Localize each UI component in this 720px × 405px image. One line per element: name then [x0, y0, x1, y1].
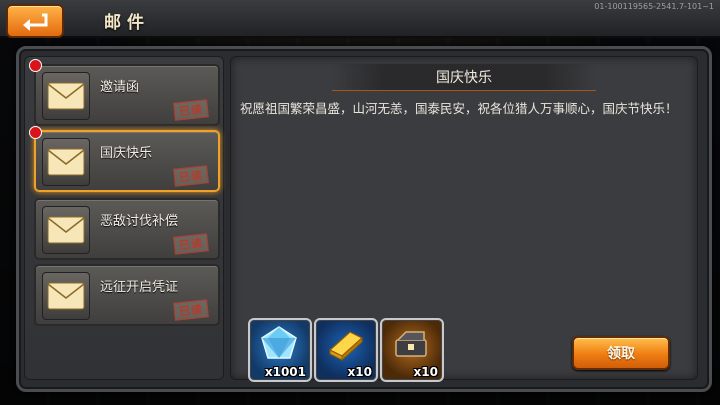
build-info: 01-100119565-2541.7-101~1 [594, 2, 714, 11]
read-stamp: 已读 [173, 299, 209, 321]
claim-button[interactable]: 领取 [572, 336, 670, 370]
crystal-icon [261, 326, 297, 359]
envelope-icon [42, 206, 90, 254]
gold-bar-icon [328, 331, 364, 362]
unread-dot [29, 59, 42, 72]
reward-count: x1001 [264, 365, 306, 379]
envelope-icon [42, 72, 90, 120]
read-stamp: 已读 [173, 165, 209, 187]
reward-count: x10 [347, 365, 372, 379]
envelope-icon [42, 272, 90, 320]
back-arrow-icon [23, 13, 48, 31]
read-stamp: 已读 [173, 233, 209, 255]
mail-item-national-day[interactable]: 国庆快乐 已读 [34, 130, 220, 192]
reward-crystal[interactable]: x1001 [248, 318, 312, 382]
mail-title: 国庆快乐 [436, 70, 492, 86]
equipment-chest-icon [395, 331, 427, 357]
mail-item-label: 远征开启凭证 [100, 280, 179, 295]
back-button[interactable] [6, 4, 64, 38]
mail-item-label: 恶敌讨伐补偿 [100, 214, 179, 229]
mail-item-expedition-voucher[interactable]: 远征开启凭证 已读 [34, 264, 220, 326]
mail-item-invitation[interactable]: 邀请函 已读 [34, 64, 220, 126]
page-title: 邮件 [104, 13, 150, 33]
envelope-icon [42, 138, 90, 186]
mail-item-label: 邀请函 [100, 80, 140, 95]
mail-item-label: 国庆快乐 [100, 146, 153, 161]
reward-count: x10 [413, 365, 438, 379]
reward-gold-bar[interactable]: x10 [314, 318, 378, 382]
unread-dot [29, 126, 42, 139]
mail-item-enemy-compensation[interactable]: 恶敌讨伐补偿 已读 [34, 198, 220, 260]
read-stamp: 已读 [173, 99, 209, 121]
mail-title-bar: 国庆快乐 [332, 64, 596, 91]
reward-equipment[interactable]: x10 [380, 318, 444, 382]
mail-body: 祝愿祖国繁荣昌盛，山河无恙，国泰民安，祝各位猎人万事顺心，国庆节快乐！ [240, 101, 678, 116]
top-bar: 邮件 01-100119565-2541.7-101~1 [0, 0, 720, 38]
